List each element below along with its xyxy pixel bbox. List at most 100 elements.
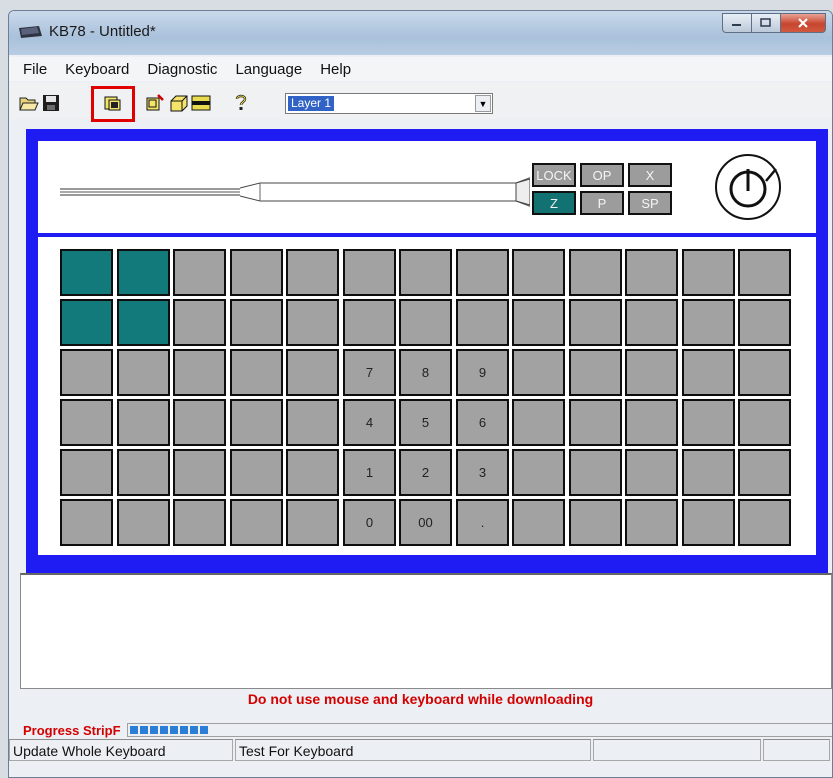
key-r4-c8[interactable] xyxy=(512,449,565,496)
key-r1-c11[interactable] xyxy=(682,299,735,346)
key-r4-c4[interactable] xyxy=(286,449,339,496)
title-bar[interactable]: KB78 - Untitled* xyxy=(9,11,832,55)
key-r5-c10[interactable] xyxy=(625,499,678,546)
key-r5-c3[interactable] xyxy=(230,499,283,546)
key-r3-c3[interactable] xyxy=(230,399,283,446)
key-r2-c5[interactable]: 7 xyxy=(343,349,396,396)
key-r1-c9[interactable] xyxy=(569,299,622,346)
key-r1-c12[interactable] xyxy=(738,299,791,346)
key-r5-c5[interactable]: 0 xyxy=(343,499,396,546)
maximize-button[interactable] xyxy=(751,13,781,33)
key-r3-c0[interactable] xyxy=(60,399,113,446)
3d-view-button[interactable] xyxy=(169,93,189,113)
key-r2-c0[interactable] xyxy=(60,349,113,396)
help-button[interactable] xyxy=(231,93,251,113)
key-r4-c1[interactable] xyxy=(117,449,170,496)
key-r1-c8[interactable] xyxy=(512,299,565,346)
key-r0-c1[interactable] xyxy=(117,249,170,296)
key-lock-knob-icon[interactable] xyxy=(712,151,784,223)
key-r1-c0[interactable] xyxy=(60,299,113,346)
chevron-down-icon[interactable]: ▼ xyxy=(475,95,491,112)
key-r4-c7[interactable]: 3 xyxy=(456,449,509,496)
key-r1-c6[interactable] xyxy=(399,299,452,346)
key-r1-c4[interactable] xyxy=(286,299,339,346)
key-r0-c3[interactable] xyxy=(230,249,283,296)
key-r4-c0[interactable] xyxy=(60,449,113,496)
key-r5-c9[interactable] xyxy=(569,499,622,546)
key-r0-c6[interactable] xyxy=(399,249,452,296)
key-r4-c6[interactable]: 2 xyxy=(399,449,452,496)
key-r2-c3[interactable] xyxy=(230,349,283,396)
key-r0-c10[interactable] xyxy=(625,249,678,296)
key-r0-c9[interactable] xyxy=(569,249,622,296)
key-r4-c5[interactable]: 1 xyxy=(343,449,396,496)
key-r1-c3[interactable] xyxy=(230,299,283,346)
mode-button-lock[interactable]: LOCK xyxy=(532,163,576,187)
key-r2-c10[interactable] xyxy=(625,349,678,396)
key-r0-c7[interactable] xyxy=(456,249,509,296)
key-r1-c1[interactable] xyxy=(117,299,170,346)
save-button[interactable] xyxy=(41,93,61,113)
key-r2-c7[interactable]: 9 xyxy=(456,349,509,396)
menu-file[interactable]: File xyxy=(9,61,56,78)
mode-button-z[interactable]: Z xyxy=(532,191,576,215)
key-r3-c1[interactable] xyxy=(117,399,170,446)
key-r3-c10[interactable] xyxy=(625,399,678,446)
key-r5-c12[interactable] xyxy=(738,499,791,546)
key-r1-c10[interactable] xyxy=(625,299,678,346)
key-r5-c7[interactable]: . xyxy=(456,499,509,546)
menu-keyboard[interactable]: Keyboard xyxy=(56,61,138,78)
key-r5-c8[interactable] xyxy=(512,499,565,546)
key-r5-c1[interactable] xyxy=(117,499,170,546)
key-r5-c11[interactable] xyxy=(682,499,735,546)
key-r1-c5[interactable] xyxy=(343,299,396,346)
key-r0-c2[interactable] xyxy=(173,249,226,296)
strip-button[interactable] xyxy=(191,93,211,113)
key-r5-c0[interactable] xyxy=(60,499,113,546)
menu-diagnostic[interactable]: Diagnostic xyxy=(138,61,226,78)
key-r3-c8[interactable] xyxy=(512,399,565,446)
key-r0-c12[interactable] xyxy=(738,249,791,296)
key-r4-c9[interactable] xyxy=(569,449,622,496)
key-r3-c11[interactable] xyxy=(682,399,735,446)
close-button[interactable] xyxy=(780,13,826,33)
key-r2-c1[interactable] xyxy=(117,349,170,396)
key-r0-c11[interactable] xyxy=(682,249,735,296)
key-r2-c2[interactable] xyxy=(173,349,226,396)
key-r4-c12[interactable] xyxy=(738,449,791,496)
key-r0-c8[interactable] xyxy=(512,249,565,296)
key-r3-c5[interactable]: 4 xyxy=(343,399,396,446)
key-r2-c11[interactable] xyxy=(682,349,735,396)
key-r0-c4[interactable] xyxy=(286,249,339,296)
minimize-button[interactable] xyxy=(722,13,752,33)
mode-button-x[interactable]: X xyxy=(628,163,672,187)
layer-select[interactable]: Layer 1 ▼ xyxy=(285,93,493,114)
mode-button-op[interactable]: OP xyxy=(580,163,624,187)
key-r0-c0[interactable] xyxy=(60,249,113,296)
key-r3-c12[interactable] xyxy=(738,399,791,446)
key-r1-c7[interactable] xyxy=(456,299,509,346)
key-r2-c4[interactable] xyxy=(286,349,339,396)
key-r2-c8[interactable] xyxy=(512,349,565,396)
log-output-box[interactable] xyxy=(20,573,832,689)
key-r3-c2[interactable] xyxy=(173,399,226,446)
key-r3-c7[interactable]: 6 xyxy=(456,399,509,446)
delete-layer-button[interactable] xyxy=(145,93,165,113)
key-r5-c6[interactable]: 00 xyxy=(399,499,452,546)
key-r3-c6[interactable]: 5 xyxy=(399,399,452,446)
mode-button-p[interactable]: P xyxy=(580,191,624,215)
key-r2-c9[interactable] xyxy=(569,349,622,396)
key-r5-c4[interactable] xyxy=(286,499,339,546)
key-r4-c3[interactable] xyxy=(230,449,283,496)
key-r5-c2[interactable] xyxy=(173,499,226,546)
mode-button-sp[interactable]: SP xyxy=(628,191,672,215)
key-r2-c12[interactable] xyxy=(738,349,791,396)
key-r2-c6[interactable]: 8 xyxy=(399,349,452,396)
key-r1-c2[interactable] xyxy=(173,299,226,346)
key-r4-c10[interactable] xyxy=(625,449,678,496)
menu-help[interactable]: Help xyxy=(311,61,360,78)
key-r3-c9[interactable] xyxy=(569,399,622,446)
open-button[interactable] xyxy=(19,93,39,113)
menu-language[interactable]: Language xyxy=(226,61,311,78)
key-r3-c4[interactable] xyxy=(286,399,339,446)
